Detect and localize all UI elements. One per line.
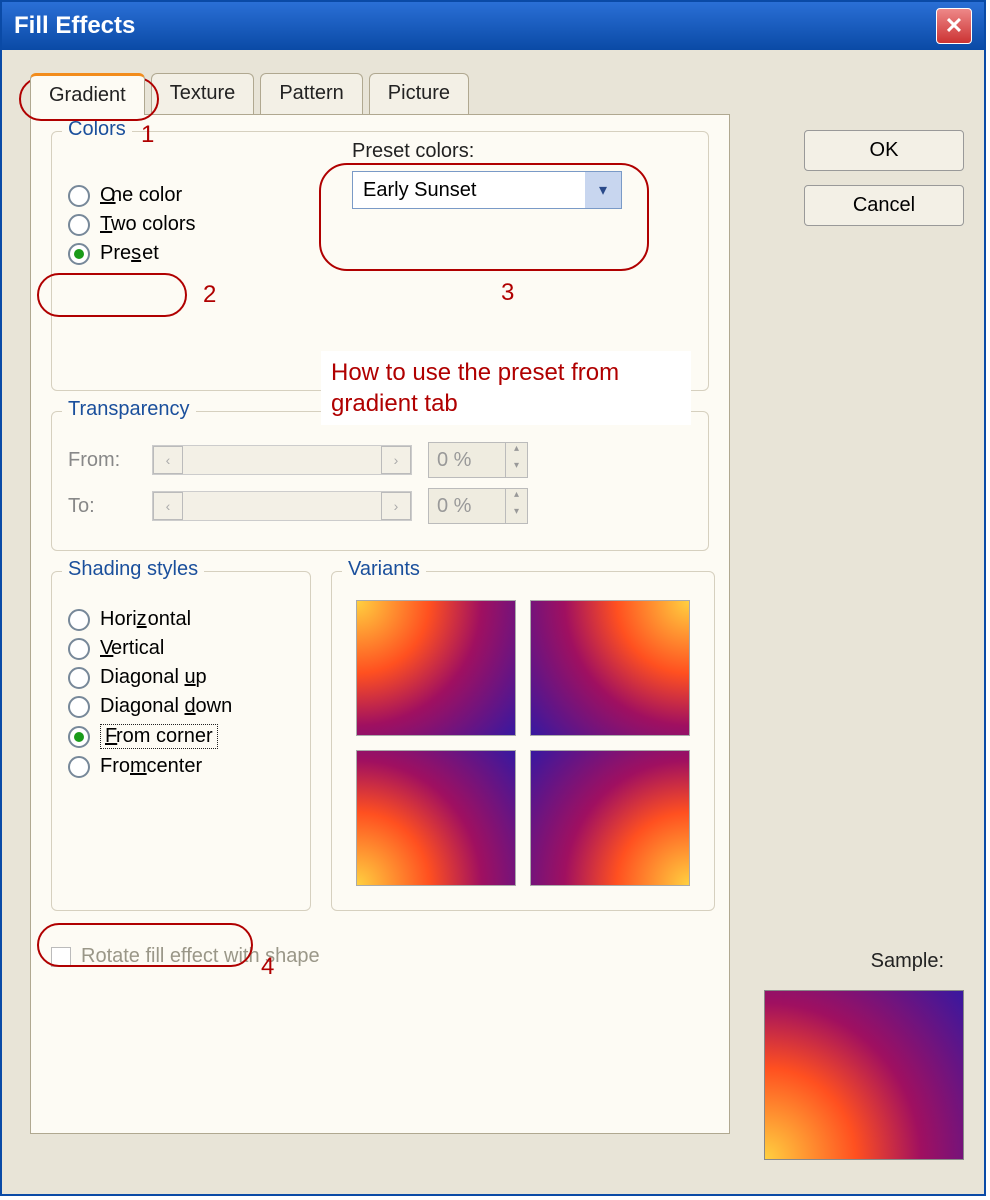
radio-label: Horizontal — [100, 608, 191, 631]
tab-gradient[interactable]: Gradient — [30, 73, 145, 115]
spinner-icon: ▴▾ — [505, 443, 527, 477]
variants-legend: Variants — [342, 558, 426, 581]
tab-picture[interactable]: Picture — [369, 73, 469, 115]
spinner-icon: ▴▾ — [505, 489, 527, 523]
from-label: From: — [68, 449, 136, 472]
variant-top-right[interactable] — [530, 600, 690, 736]
chevron-down-icon: ▾ — [585, 172, 621, 208]
close-icon: ✕ — [945, 13, 963, 39]
preset-colors-label: Preset colors: — [352, 140, 682, 163]
to-label: To: — [68, 495, 136, 518]
rotate-checkbox — [51, 947, 71, 967]
annotation-number-3: 3 — [501, 279, 514, 307]
radio-icon — [68, 243, 90, 265]
tabs: Gradient Texture Pattern Picture — [30, 72, 966, 114]
from-percent: 0 % ▴▾ — [428, 442, 528, 478]
sample-preview — [764, 990, 964, 1160]
slider-left-icon: ‹ — [153, 446, 183, 474]
radio-icon — [68, 696, 90, 718]
dialog-title: Fill Effects — [14, 12, 135, 40]
variant-bottom-left[interactable] — [356, 750, 516, 886]
radio-icon — [68, 726, 90, 748]
annotation-number-1: 1 — [141, 121, 154, 149]
tab-pattern[interactable]: Pattern — [260, 73, 362, 115]
radio-label: Two colors — [100, 213, 195, 236]
shading-styles-group: Shading styles Horizontal Vertical Di — [51, 571, 311, 911]
radio-icon — [68, 638, 90, 660]
radio-label: One color — [100, 184, 182, 207]
radio-label: Preset — [100, 242, 159, 265]
variant-bottom-right[interactable] — [530, 750, 690, 886]
radio-preset[interactable]: Preset — [68, 242, 692, 265]
slider-right-icon: › — [381, 492, 411, 520]
radio-label: Vertical — [100, 637, 164, 660]
radio-diagonal-down[interactable]: Diagonal down — [68, 695, 294, 718]
radio-label: Diagonal down — [100, 695, 232, 718]
radio-horizontal[interactable]: Horizontal — [68, 608, 294, 631]
radio-icon — [68, 214, 90, 236]
to-slider: ‹ › — [152, 491, 412, 521]
annotation-text: How to use the preset from gradient tab — [321, 351, 691, 425]
tab-panel-gradient: Colors One color Two colors Preset — [30, 114, 730, 1134]
preset-colors-combo[interactable]: Early Sunset ▾ — [352, 171, 622, 209]
transparency-group: Transparency From: ‹ › 0 % ▴▾ To: — [51, 411, 709, 551]
tab-texture[interactable]: Texture — [151, 73, 255, 115]
radio-icon — [68, 667, 90, 689]
slider-right-icon: › — [381, 446, 411, 474]
transparency-legend: Transparency — [62, 398, 196, 421]
radio-vertical[interactable]: Vertical — [68, 637, 294, 660]
radio-label: From center — [100, 755, 202, 778]
radio-icon — [68, 185, 90, 207]
radio-from-center[interactable]: From center — [68, 755, 294, 778]
variants-group: Variants — [331, 571, 715, 911]
annotation-number-4: 4 — [261, 953, 274, 981]
annotation-number-2: 2 — [203, 281, 216, 309]
ok-button[interactable]: OK — [804, 130, 964, 171]
cancel-button[interactable]: Cancel — [804, 185, 964, 226]
to-percent: 0 % ▴▾ — [428, 488, 528, 524]
radio-diagonal-up[interactable]: Diagonal up — [68, 666, 294, 689]
radio-icon — [68, 609, 90, 631]
from-slider: ‹ › — [152, 445, 412, 475]
colors-legend: Colors — [62, 118, 132, 141]
slider-left-icon: ‹ — [153, 492, 183, 520]
fill-effects-dialog: Fill Effects ✕ Gradient Texture Pattern … — [0, 0, 986, 1196]
radio-label: From corner — [100, 724, 218, 749]
radio-icon — [68, 756, 90, 778]
shading-legend: Shading styles — [62, 558, 204, 581]
radio-from-corner[interactable]: From corner — [68, 724, 294, 749]
rotate-label: Rotate fill effect with shape — [81, 945, 320, 968]
titlebar: Fill Effects ✕ — [2, 2, 984, 50]
preset-colors-area: Preset colors: Early Sunset ▾ — [352, 140, 682, 209]
rotate-fill-row: Rotate fill effect with shape — [51, 945, 709, 968]
radio-label: Diagonal up — [100, 666, 207, 689]
sample-label: Sample: — [871, 950, 944, 973]
close-button[interactable]: ✕ — [936, 8, 972, 44]
preset-colors-value: Early Sunset — [353, 179, 585, 202]
radio-two-colors[interactable]: Two colors — [68, 213, 692, 236]
variant-top-left[interactable] — [356, 600, 516, 736]
